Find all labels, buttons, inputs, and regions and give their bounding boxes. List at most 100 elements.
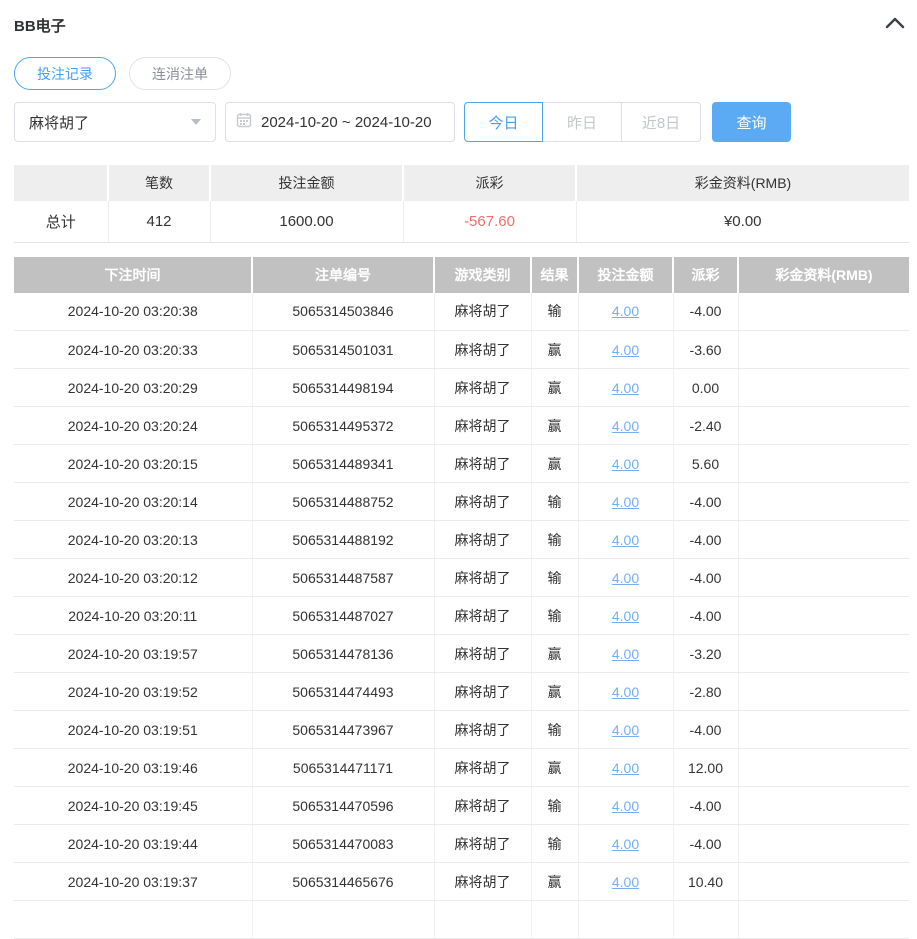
jackpot-cell [738, 331, 909, 369]
game-category-cell: 麻将胡了 [434, 635, 531, 673]
payout-cell: -4.00 [673, 711, 738, 749]
game-category-cell: 麻将胡了 [434, 521, 531, 559]
bet-amount-cell: 4.00 [578, 749, 673, 787]
table-row: 2024-10-20 03:20:155065314489341麻将胡了赢4.0… [14, 445, 909, 483]
jackpot-cell [738, 369, 909, 407]
tab-cancelled-orders[interactable]: 连消注单 [129, 57, 231, 90]
bet-time-cell: 2024-10-20 03:20:13 [14, 521, 252, 559]
quick-date-buttons: 今日 昨日 近8日 [464, 102, 701, 142]
table-row: 2024-10-20 03:20:295065314498194麻将胡了赢4.0… [14, 369, 909, 407]
order-number-cell: 5065314465676 [252, 863, 434, 901]
bet-amount-cell: 4.00 [578, 863, 673, 901]
bet-amount-link[interactable]: 4.00 [612, 342, 639, 358]
bet-time-cell: 2024-10-20 03:19:37 [14, 863, 252, 901]
result-cell: 输 [531, 711, 578, 749]
bet-amount-link[interactable]: 4.00 [612, 760, 639, 776]
result-cell: 输 [531, 597, 578, 635]
bet-amount-cell: 4.00 [578, 293, 673, 331]
bet-time-cell: 2024-10-20 03:20:33 [14, 331, 252, 369]
bet-amount-link[interactable]: 4.00 [612, 684, 639, 700]
game-select[interactable]: 麻将胡了 [14, 102, 216, 142]
bet-amount-cell: 4.00 [578, 787, 673, 825]
table-row: 2024-10-20 03:19:525065314474493麻将胡了赢4.0… [14, 673, 909, 711]
payout-cell: -4.00 [673, 293, 738, 331]
collapse-panel-button[interactable] [883, 13, 907, 37]
betting-records-panel: BB电子 投注记录 连消注单 麻将胡了 2024-10-20 ~ 2024-10… [0, 0, 917, 939]
bet-amount-link[interactable]: 4.00 [612, 722, 639, 738]
order-number-cell: 5065314470083 [252, 825, 434, 863]
payout-cell: 0.00 [673, 369, 738, 407]
bet-time-cell: 2024-10-20 03:20:12 [14, 559, 252, 597]
yesterday-button-label: 昨日 [567, 112, 597, 133]
date-range-input[interactable]: 2024-10-20 ~ 2024-10-20 [225, 102, 455, 142]
jackpot-cell [738, 673, 909, 711]
search-button[interactable]: 查询 [712, 102, 791, 142]
bet-amount-link[interactable]: 4.00 [612, 570, 639, 586]
table-row: 2024-10-20 03:20:115065314487027麻将胡了输4.0… [14, 597, 909, 635]
bet-amount-link[interactable]: 4.00 [612, 380, 639, 396]
order-number-cell: 5065314503846 [252, 293, 434, 331]
summary-count: 412 [108, 201, 210, 242]
table-row: 2024-10-20 03:19:455065314470596麻将胡了输4.0… [14, 787, 909, 825]
jackpot-cell [738, 559, 909, 597]
bet-amount-cell: 4.00 [578, 597, 673, 635]
result-cell: 输 [531, 483, 578, 521]
summary-header-blank [14, 165, 108, 201]
bet-amount-link[interactable]: 4.00 [612, 836, 639, 852]
calendar-icon [236, 112, 252, 132]
record-tabs: 投注记录 连消注单 [14, 57, 909, 90]
jackpot-cell [738, 787, 909, 825]
bet-amount-link[interactable]: 4.00 [612, 874, 639, 890]
bet-amount-link[interactable]: 4.00 [612, 494, 639, 510]
game-category-cell: 麻将胡了 [434, 787, 531, 825]
empty-cell [531, 901, 578, 939]
order-number-cell: 5065314488752 [252, 483, 434, 521]
bet-amount-link[interactable]: 4.00 [612, 532, 639, 548]
bet-time-cell: 2024-10-20 03:19:44 [14, 825, 252, 863]
game-category-cell: 麻将胡了 [434, 597, 531, 635]
header-bet-amount: 投注金额 [578, 257, 673, 293]
bet-amount-cell: 4.00 [578, 673, 673, 711]
last-8-days-button[interactable]: 近8日 [622, 102, 701, 142]
order-number-cell: 5065314489341 [252, 445, 434, 483]
payout-cell: -2.80 [673, 673, 738, 711]
order-number-cell: 5065314487587 [252, 559, 434, 597]
bet-amount-link[interactable]: 4.00 [612, 646, 639, 662]
payout-cell: 5.60 [673, 445, 738, 483]
order-number-cell: 5065314473967 [252, 711, 434, 749]
result-cell: 赢 [531, 635, 578, 673]
tab-bet-records[interactable]: 投注记录 [14, 57, 116, 90]
yesterday-button[interactable]: 昨日 [543, 102, 622, 142]
payout-cell: -4.00 [673, 787, 738, 825]
summary-total-row: 总计 412 1600.00 -567.60 ¥0.00 [14, 201, 909, 242]
order-number-cell: 5065314471171 [252, 749, 434, 787]
table-row: 2024-10-20 03:19:465065314471171麻将胡了赢4.0… [14, 749, 909, 787]
bet-time-cell: 2024-10-20 03:19:46 [14, 749, 252, 787]
today-button[interactable]: 今日 [464, 102, 543, 142]
bet-amount-cell: 4.00 [578, 635, 673, 673]
table-row: 2024-10-20 03:20:335065314501031麻将胡了赢4.0… [14, 331, 909, 369]
bet-amount-cell: 4.00 [578, 407, 673, 445]
game-category-cell: 麻将胡了 [434, 711, 531, 749]
bet-time-cell: 2024-10-20 03:20:11 [14, 597, 252, 635]
bet-amount-link[interactable]: 4.00 [612, 456, 639, 472]
game-category-cell: 麻将胡了 [434, 483, 531, 521]
result-cell: 输 [531, 293, 578, 331]
bet-amount-link[interactable]: 4.00 [612, 798, 639, 814]
result-cell: 输 [531, 825, 578, 863]
game-category-cell: 麻将胡了 [434, 559, 531, 597]
bet-amount-link[interactable]: 4.00 [612, 303, 639, 319]
summary-jackpot: ¥0.00 [576, 201, 909, 242]
order-number-cell: 5065314498194 [252, 369, 434, 407]
bet-amount-link[interactable]: 4.00 [612, 418, 639, 434]
caret-down-icon [191, 119, 201, 125]
bet-amount-link[interactable]: 4.00 [612, 608, 639, 624]
jackpot-cell [738, 711, 909, 749]
game-category-cell: 麻将胡了 [434, 369, 531, 407]
jackpot-cell [738, 597, 909, 635]
bet-amount-cell: 4.00 [578, 711, 673, 749]
header-bet-time: 下注时间 [14, 257, 252, 293]
page-title: BB电子 [14, 15, 66, 36]
payout-cell: -2.40 [673, 407, 738, 445]
jackpot-cell [738, 445, 909, 483]
